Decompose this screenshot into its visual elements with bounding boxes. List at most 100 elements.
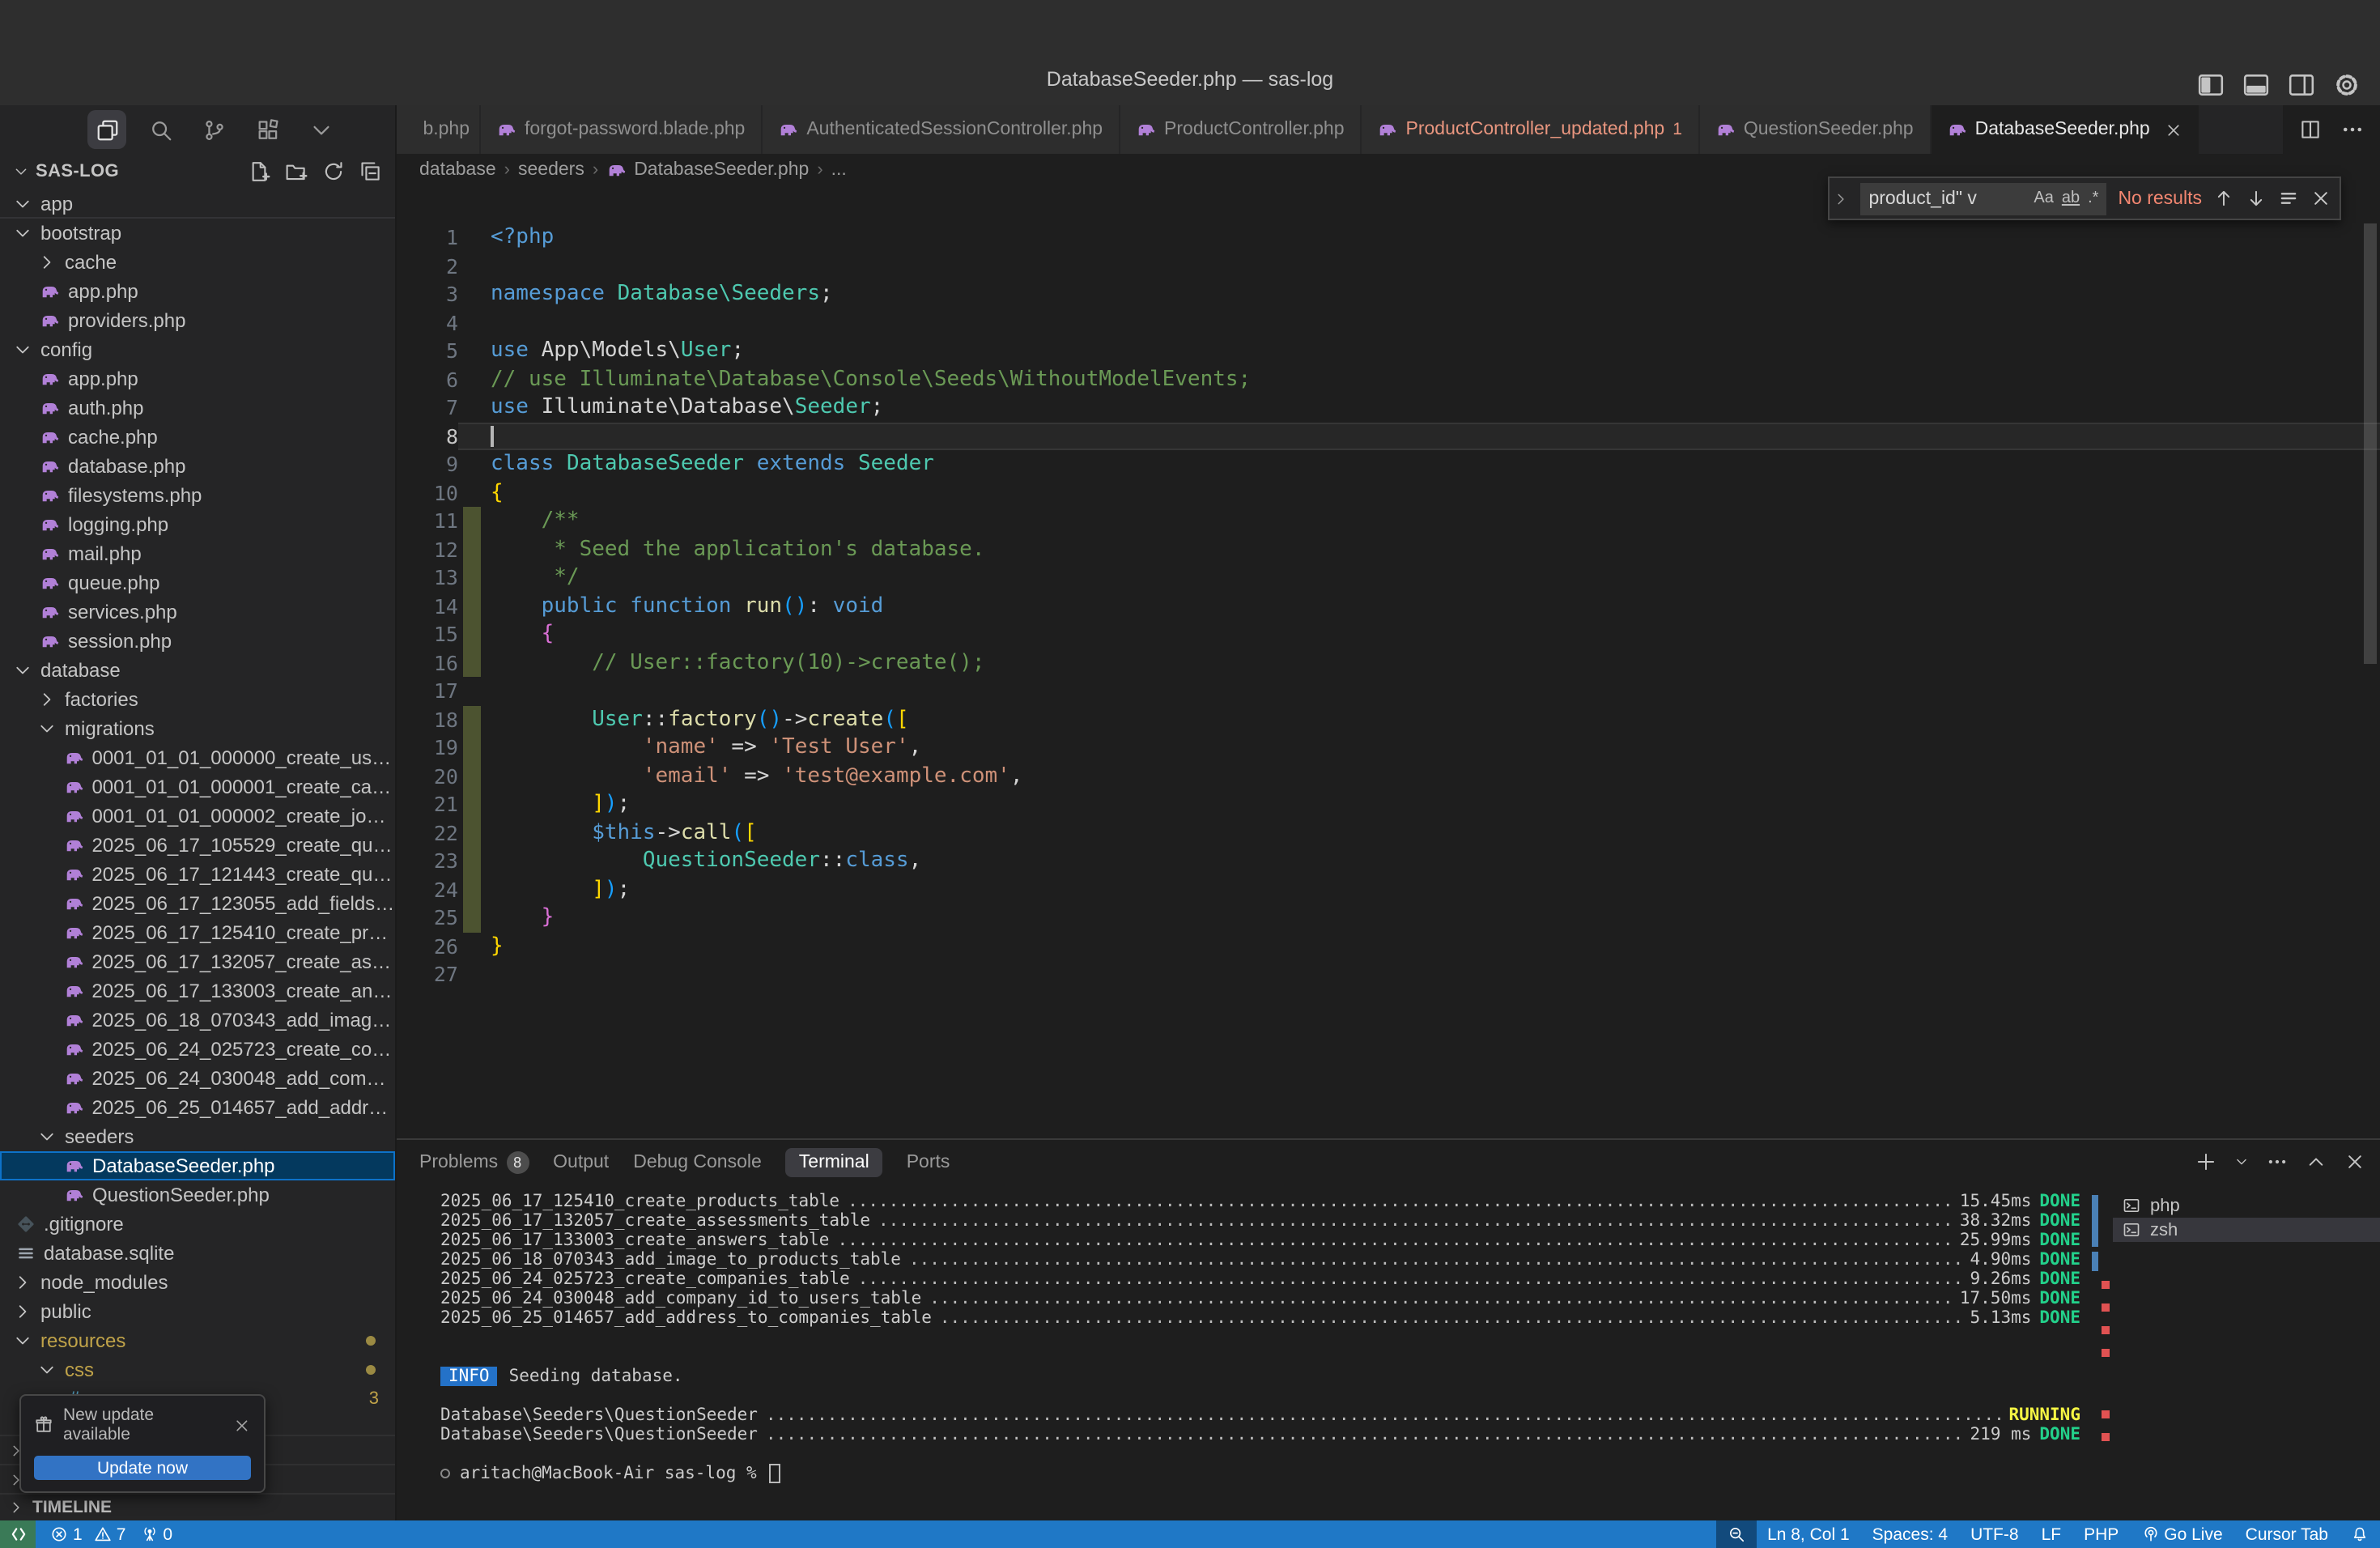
file-tree-item-database[interactable]: database <box>0 656 395 685</box>
timeline-section[interactable]: TIMELINE <box>0 1493 395 1520</box>
tab-DatabaseSeeder.php[interactable]: DatabaseSeeder.php <box>1932 105 2200 154</box>
status-item-spaces-4[interactable]: Spaces: 4 <box>1861 1520 1959 1548</box>
file-tree-item-2025_06_17_125410_create_products...[interactable]: 2025_06_17_125410_create_products... <box>0 918 395 947</box>
new-terminal-icon[interactable] <box>2195 1151 2216 1172</box>
file-tree-item-2025_06_17_132057_create_assessme...[interactable]: 2025_06_17_132057_create_assessme... <box>0 947 395 976</box>
terminal-output[interactable]: 2025_06_17_125410_create_products_table.… <box>397 1184 2090 1520</box>
status-item-utf-8[interactable]: UTF-8 <box>1959 1520 2030 1548</box>
file-tree-item-node_modules[interactable]: node_modules <box>0 1268 395 1297</box>
source-control-icon[interactable] <box>194 110 233 149</box>
maximize-panel-icon[interactable] <box>2306 1151 2327 1172</box>
panel-tab-terminal[interactable]: Terminal <box>786 1147 882 1176</box>
find-input[interactable]: product_id" v Aa ab .* <box>1860 182 2106 215</box>
file-tree-item-cache.php[interactable]: cache.php <box>0 423 395 452</box>
close-tab-icon[interactable] <box>2165 121 2182 138</box>
tab-ProductController_updated.php[interactable]: ProductController_updated.php1 <box>1362 105 1700 154</box>
file-tree-item-2025_06_25_014657_add_address_to...[interactable]: 2025_06_25_014657_add_address_to... <box>0 1093 395 1122</box>
file-tree-item-factories[interactable]: factories <box>0 685 395 714</box>
code-editor[interactable]: 1<?php23namespace Database\Seeders;45use… <box>397 185 2380 1138</box>
close-notification-icon[interactable] <box>233 1416 251 1434</box>
tab-AuthenticatedSessionController.php[interactable]: AuthenticatedSessionController.php <box>763 105 1120 154</box>
breadcrumb-item[interactable]: ... <box>831 159 847 179</box>
editor-more-actions-icon[interactable] <box>2341 118 2364 141</box>
file-tree-item-providers.php[interactable]: providers.php <box>0 306 395 335</box>
tab-forgot-password.blade.php[interactable]: forgot-password.blade.php <box>481 105 763 154</box>
file-tree-item-2025_06_18_070343_add_image_to_...[interactable]: 2025_06_18_070343_add_image_to_... <box>0 1006 395 1035</box>
explorer-icon[interactable] <box>87 110 126 149</box>
explorer-section-header[interactable]: SAS-LOG <box>0 154 395 189</box>
file-tree-item-public[interactable]: public <box>0 1297 395 1326</box>
notifications-bell[interactable] <box>2340 1520 2380 1548</box>
file-tree-item-queue.php[interactable]: queue.php <box>0 568 395 598</box>
settings-gear-icon[interactable] <box>2333 71 2361 99</box>
panel-tab-problems[interactable]: Problems8 <box>419 1150 529 1173</box>
file-tree-item-cache[interactable]: cache <box>0 248 395 277</box>
panel-tab-ports[interactable]: Ports <box>907 1152 950 1172</box>
file-tree-item-bootstrap[interactable]: bootstrap <box>0 219 395 248</box>
status-item-lf[interactable]: LF <box>2030 1520 2073 1548</box>
file-tree-item-2025_06_24_030048_add_company_...[interactable]: 2025_06_24_030048_add_company_... <box>0 1064 395 1093</box>
next-match-icon[interactable] <box>2246 188 2267 209</box>
find-in-selection-icon[interactable] <box>2278 188 2299 209</box>
toggle-panel-icon[interactable] <box>2242 71 2270 99</box>
file-tree-item-mail.php[interactable]: mail.php <box>0 539 395 568</box>
whole-word-toggle[interactable]: ab <box>2062 189 2080 207</box>
file-tree-item-config[interactable]: config <box>0 335 395 364</box>
terminal-scrollbar[interactable] <box>2090 1184 2111 1520</box>
new-folder-icon[interactable] <box>285 160 308 183</box>
file-tree-item-2025_06_17_121443_create_questions...[interactable]: 2025_06_17_121443_create_questions... <box>0 860 395 889</box>
file-tree-item-0001_01_01_000000_create_users_ta...[interactable]: 0001_01_01_000000_create_users_ta... <box>0 743 395 772</box>
file-tree-item-2025_06_17_123055_add_fields_to_u...[interactable]: 2025_06_17_123055_add_fields_to_u... <box>0 889 395 918</box>
remote-indicator[interactable] <box>0 1520 36 1548</box>
file-tree-item-DatabaseSeeder.php[interactable]: DatabaseSeeder.php <box>0 1151 395 1180</box>
file-tree-item-2025_06_17_133003_create_answers_...[interactable]: 2025_06_17_133003_create_answers_... <box>0 976 395 1006</box>
status-item-cursor-tab[interactable]: Cursor Tab <box>2234 1520 2340 1548</box>
terminal-instance-zsh[interactable]: zsh <box>2113 1218 2380 1242</box>
file-tree-item-database.php[interactable]: database.php <box>0 452 395 481</box>
problems-status[interactable]: 1 7 <box>50 1525 125 1544</box>
file-tree-item-2025_06_17_105529_create_question...[interactable]: 2025_06_17_105529_create_question... <box>0 831 395 860</box>
tab-ProductController.php[interactable]: ProductController.php <box>1120 105 1362 154</box>
toggle-secondary-sidebar-icon[interactable] <box>2288 71 2315 99</box>
split-editor-icon[interactable] <box>2299 118 2322 141</box>
file-tree-item-seeders[interactable]: seeders <box>0 1122 395 1151</box>
file-tree-item-migrations[interactable]: migrations <box>0 714 395 743</box>
status-item-php[interactable]: PHP <box>2072 1520 2130 1548</box>
file-tree-item-app.php[interactable]: app.php <box>0 364 395 393</box>
tab-QuestionSeeder.php[interactable]: QuestionSeeder.php <box>1700 105 1932 154</box>
more-views-chevron-icon[interactable] <box>301 110 340 149</box>
file-tree-item-QuestionSeeder.php[interactable]: QuestionSeeder.php <box>0 1180 395 1210</box>
file-tree-item-2025_06_24_025723_create_compan...[interactable]: 2025_06_24_025723_create_compan... <box>0 1035 395 1064</box>
panel-tab-output[interactable]: Output <box>553 1152 609 1172</box>
previous-match-icon[interactable] <box>2213 188 2234 209</box>
file-tree-item-session.php[interactable]: session.php <box>0 627 395 656</box>
file-tree-item-database.sqlite[interactable]: database.sqlite <box>0 1239 395 1268</box>
search-icon[interactable] <box>141 110 180 149</box>
file-tree-item-auth.php[interactable]: auth.php <box>0 393 395 423</box>
regex-toggle[interactable]: .* <box>2088 189 2098 207</box>
ports-status[interactable]: 0 <box>140 1525 172 1544</box>
screencast-search-status[interactable] <box>1715 1520 1756 1548</box>
editor-scrollbar[interactable] <box>2364 223 2377 664</box>
tab-b.php[interactable]: b.php <box>397 105 481 154</box>
terminal-instance-php[interactable]: php <box>2113 1193 2380 1218</box>
terminal-profile-chevron-icon[interactable] <box>2234 1155 2249 1169</box>
file-tree-item-logging.php[interactable]: logging.php <box>0 510 395 539</box>
file-tree-item-0001_01_01_000001_create_cache_ta...[interactable]: 0001_01_01_000001_create_cache_ta... <box>0 772 395 802</box>
file-tree-item-.gitignore[interactable]: .gitignore <box>0 1210 395 1239</box>
close-find-icon[interactable] <box>2310 188 2331 209</box>
extensions-icon[interactable] <box>248 110 287 149</box>
toggle-primary-sidebar-icon[interactable] <box>2197 71 2225 99</box>
panel-more-actions-icon[interactable] <box>2267 1151 2288 1172</box>
breadcrumb-item[interactable]: DatabaseSeeder.php <box>634 159 809 179</box>
file-tree-item-app[interactable]: app <box>0 189 395 219</box>
refresh-explorer-icon[interactable] <box>322 160 345 183</box>
file-tree-item-css[interactable]: css <box>0 1355 395 1384</box>
match-case-toggle[interactable]: Aa <box>2034 189 2053 207</box>
file-tree-item-filesystems.php[interactable]: filesystems.php <box>0 481 395 510</box>
file-tree-item-resources[interactable]: resources <box>0 1326 395 1355</box>
file-tree-item-app.php[interactable]: app.php <box>0 277 395 306</box>
file-tree-item-0001_01_01_000002_create_jobs_tab...[interactable]: 0001_01_01_000002_create_jobs_tab... <box>0 802 395 831</box>
new-file-icon[interactable] <box>248 160 270 183</box>
close-panel-icon[interactable] <box>2344 1151 2365 1172</box>
